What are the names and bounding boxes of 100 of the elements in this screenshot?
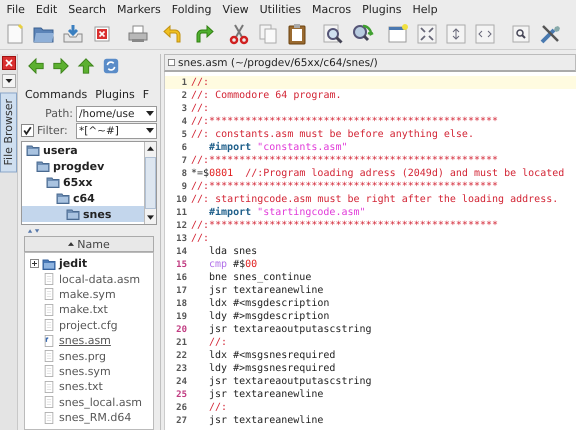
menu-item[interactable]: Commands: [25, 88, 88, 101]
code-line: ldy #>msgdescription: [208, 311, 330, 322]
line-number: 23: [175, 364, 188, 374]
line-number: 6: [180, 142, 188, 152]
buffer-icon: [168, 59, 175, 66]
file-list-item[interactable]: make.sym: [25, 286, 153, 302]
menu-item[interactable]: Macros: [306, 3, 357, 16]
code-line: ldx #<msgsnesrequired: [208, 350, 336, 361]
scissors-icon[interactable]: [227, 22, 251, 46]
file-list-item[interactable]: snes_local.asm: [25, 394, 153, 410]
split-icon[interactable]: [444, 22, 468, 46]
code-line: //:: [191, 103, 210, 114]
file-list-item[interactable]: snes.txt: [25, 379, 153, 395]
line-number: 16: [175, 272, 188, 282]
folder-tree-item[interactable]: usera: [22, 142, 144, 158]
menu-item[interactable]: Search: [62, 3, 112, 16]
tools-icon[interactable]: [538, 22, 562, 46]
line-number: 11: [175, 208, 188, 218]
code-line: //: constants.asm must be before anything else.: [191, 129, 474, 140]
menu-item[interactable]: Plugins: [95, 88, 135, 101]
folder-tree-item[interactable]: snes: [22, 206, 144, 222]
menu-item[interactable]: View: [217, 3, 254, 16]
code-line: //:: [208, 402, 228, 413]
menu-item[interactable]: Folding: [166, 3, 218, 16]
file-list-item[interactable]: jedit: [25, 256, 153, 272]
file-icon: [42, 304, 56, 316]
code-line: jsr textareaoutputascstring: [208, 324, 372, 335]
file-list-item[interactable]: snes.asm: [25, 332, 153, 348]
code-line: //:************************************************: [191, 181, 498, 192]
dropdown-icon[interactable]: [2, 74, 16, 88]
back-arrow-icon[interactable]: [27, 57, 45, 75]
filter-label: Filter:: [37, 124, 69, 137]
line-number: 5: [180, 130, 188, 140]
file-icon: [42, 380, 56, 393]
file-list-item[interactable]: make.txt: [25, 302, 153, 318]
menu-item[interactable]: Markers: [112, 3, 166, 16]
line-number: 24: [175, 376, 188, 386]
folder-tree-item[interactable]: c64: [22, 190, 144, 206]
close-icon[interactable]: [2, 56, 16, 70]
filter-checkbox[interactable]: [21, 124, 34, 137]
code-line: lda snes: [208, 246, 258, 257]
line-number: 20: [175, 324, 188, 334]
file-list-item[interactable]: local-data.asm: [25, 271, 153, 287]
menu-item[interactable]: Plugins: [356, 3, 407, 16]
forward-arrow-icon[interactable]: [52, 57, 70, 75]
line-number: 3: [180, 104, 188, 114]
sort-arrow-icon: [68, 242, 74, 246]
code-line: //:: [208, 337, 228, 348]
code-line: //:************************************************: [191, 116, 498, 127]
code-line: //: startingcode.asm must be right after the loading address.: [191, 194, 558, 205]
path-combo-box[interactable]: /home/use: [76, 106, 157, 122]
line-number: 9: [180, 182, 188, 192]
folder-tree-item[interactable]: 65xx: [22, 174, 144, 190]
scroll-down-icon[interactable]: [147, 215, 154, 220]
filter-combo-box[interactable]: *[^~#]: [76, 122, 157, 138]
code-line: #import "constants.asm": [208, 142, 348, 153]
open-file-icon: [42, 334, 56, 347]
file-icon: [42, 273, 56, 286]
line-number: 4: [180, 116, 188, 126]
line-number: 1: [180, 78, 188, 88]
line-number: 2: [180, 90, 188, 100]
name-column-header[interactable]: Name: [24, 236, 154, 252]
line-number: 21: [175, 338, 188, 348]
code-line: *=$0801 //:Program loading adress (2049d) and must be located: [191, 168, 564, 179]
file-list-item[interactable]: project.cfg: [25, 318, 153, 333]
code-window-icon[interactable]: [473, 22, 497, 46]
code-line: jsr textareanewline: [208, 389, 324, 400]
code-line: #import "startingcode.asm": [208, 207, 366, 218]
menu-item[interactable]: F: [142, 88, 150, 101]
line-number: 15: [175, 260, 188, 270]
code-line: jsr textareanewline: [208, 415, 324, 426]
refresh-icon[interactable]: [102, 57, 120, 75]
scrollbar[interactable]: [144, 142, 156, 224]
line-number: 22: [175, 350, 188, 360]
file-icon: [42, 365, 56, 378]
menu-item[interactable]: File: [1, 3, 30, 16]
file-browser-tab[interactable]: File Browser: [0, 92, 17, 172]
expand-icon[interactable]: [30, 259, 39, 268]
file-icon: [42, 396, 56, 408]
scroll-up-icon[interactable]: [147, 146, 154, 151]
code-line: jsr textareanewline: [208, 285, 324, 296]
code-line: ldx #<msgdescription: [208, 298, 330, 309]
file-list-item[interactable]: snes.sym: [25, 364, 153, 380]
caret-icon: [146, 128, 154, 133]
menu-item[interactable]: Edit: [30, 3, 63, 16]
file-list-item[interactable]: snes_RM.d64: [25, 410, 153, 426]
code-line: //:************************************************: [191, 155, 498, 166]
up-arrow-icon[interactable]: [77, 57, 95, 75]
menu-item[interactable]: Help: [406, 3, 444, 16]
menu-item[interactable]: Utilities: [254, 3, 307, 16]
splitter-arrows-icon[interactable]: [27, 228, 41, 234]
file-list-item[interactable]: snes.prg: [25, 348, 153, 364]
folder-icon: [56, 192, 70, 204]
code-line: bne snes_continue: [208, 272, 312, 283]
file-icon: [42, 412, 56, 424]
line-number: 17: [175, 286, 188, 296]
folder-icon: [26, 144, 40, 156]
search-icon[interactable]: [321, 22, 345, 46]
line-number: 25: [175, 390, 188, 400]
folder-tree-item[interactable]: progdev: [22, 158, 144, 174]
